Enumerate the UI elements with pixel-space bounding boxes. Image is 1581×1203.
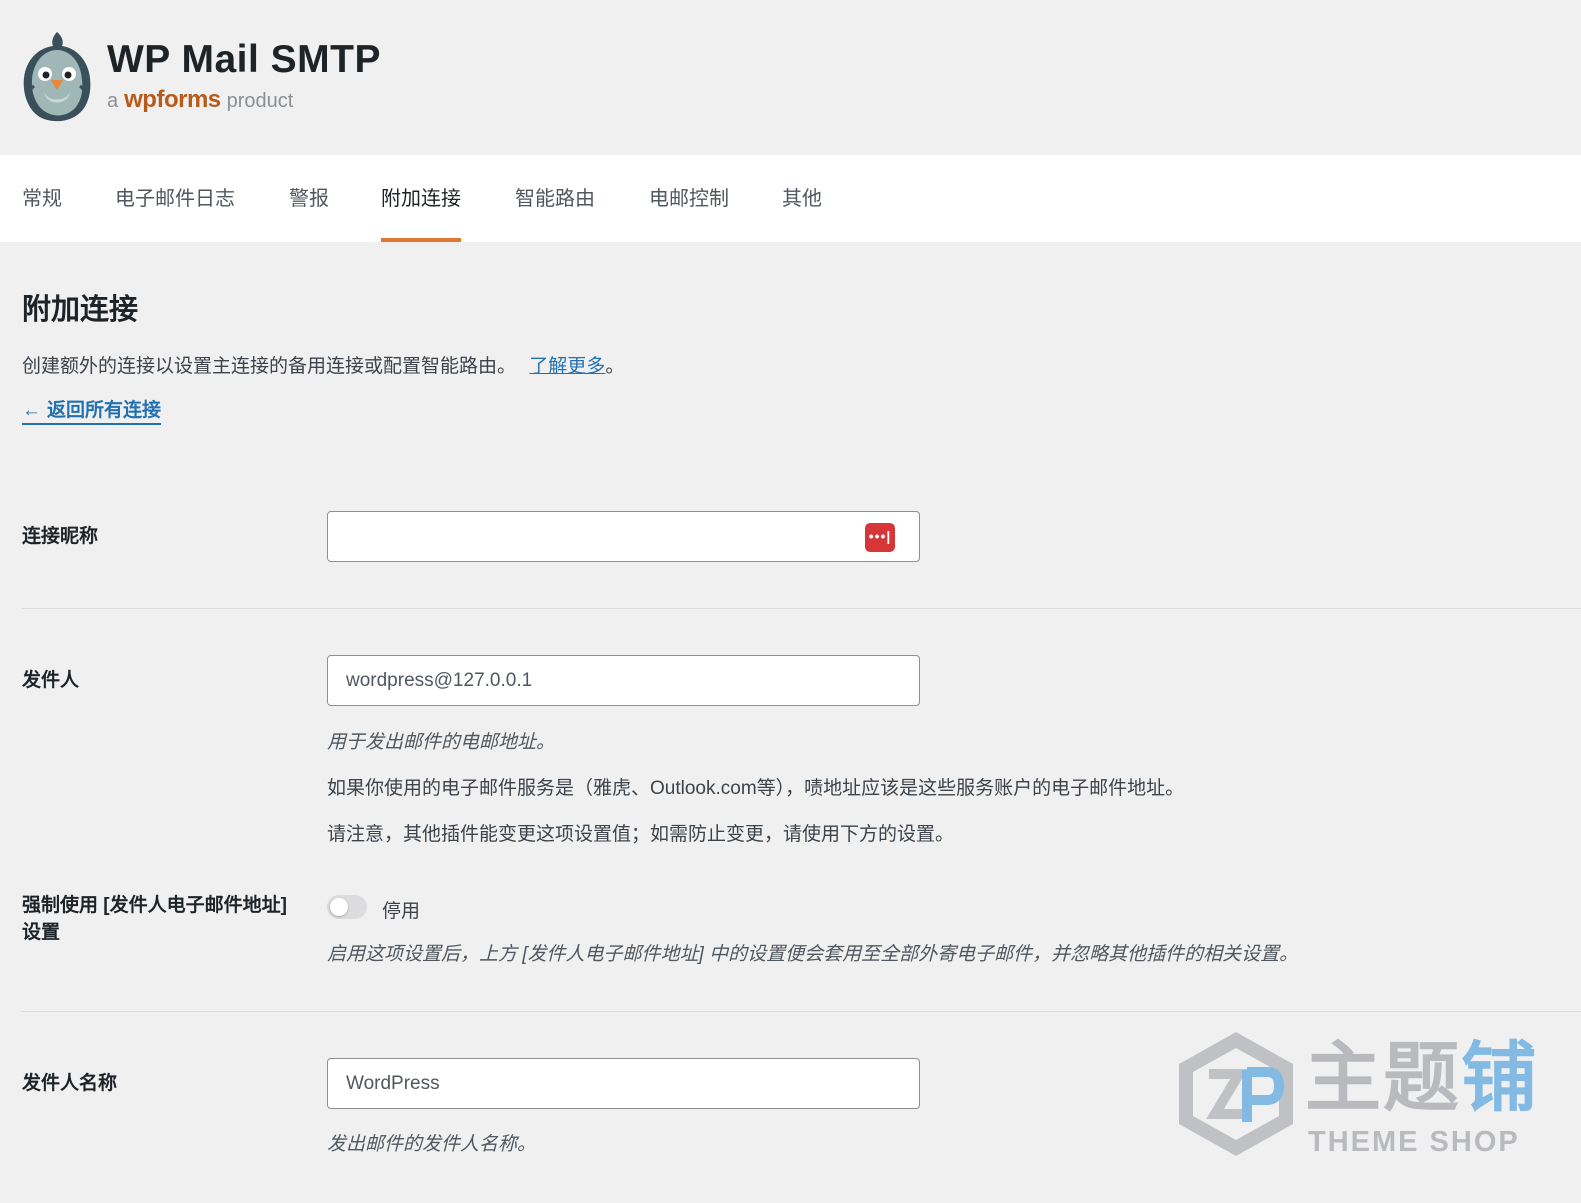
force-from-email-help: 启用这项设置后，上方 [发件人电子邮件地址] 中的设置便会套用至全部外寄电子邮件… (327, 944, 1299, 965)
force-from-email-label: 强制使用 [发件人电子邮件地址] 设置 (22, 895, 287, 943)
from-name-help: 发出邮件的发件人名称。 (327, 1134, 537, 1155)
page-intro: 创建额外的连接以设置主连接的备用连接或配置智能路由。 了解更多。 (22, 351, 624, 378)
watermark-cn-gray: 主题 (1305, 1036, 1461, 1121)
intro-end: 。 (605, 356, 625, 377)
from-email-note-2: 请注意，其他插件能变更这项设置值；如需防止变更，请使用下方的设置。 (327, 824, 955, 845)
from-email-input[interactable] (327, 655, 920, 706)
toggle-knob (330, 898, 348, 916)
force-from-email-toggle[interactable] (327, 895, 367, 919)
tab-email-controls[interactable]: 电邮控制 (649, 155, 729, 242)
page-title: 附加连接 (22, 294, 139, 326)
section-divider (22, 608, 1581, 609)
watermark-cn: 主题铺 (1305, 1034, 1539, 1124)
watermark-cn-blue: 铺 (1461, 1036, 1539, 1121)
connection-nickname-label: 连接昵称 (22, 526, 99, 547)
from-email-note-1: 如果你使用的电子邮件服务是（雅虎、Outlook.com等），啧地址应该是这些服… (327, 778, 1185, 799)
wpforms-logo: wpforms (124, 86, 221, 113)
password-manager-icon[interactable]: •••| (865, 523, 895, 552)
pigeon-logo-icon (23, 32, 91, 122)
tab-additional-connections[interactable]: 附加连接 (381, 155, 461, 242)
watermark-en: THEME SHOP (1308, 1126, 1520, 1158)
connection-nickname-input[interactable] (327, 511, 920, 562)
back-link-label: 返回所有连接 (47, 400, 162, 421)
tab-misc[interactable]: 其他 (782, 155, 822, 242)
force-from-email-toggle-state: 停用 (382, 901, 421, 922)
subtitle-prefix: a (107, 90, 119, 112)
from-name-label: 发件人名称 (22, 1073, 118, 1094)
learn-more-link[interactable]: 了解更多 (529, 356, 605, 377)
watermark: 主题铺 THEME SHOP (1175, 1030, 1545, 1165)
tab-smart-routing[interactable]: 智能路由 (515, 155, 595, 242)
plugin-header: WP Mail SMTP a wpforms product (0, 0, 1581, 155)
section-divider (22, 1011, 1581, 1012)
from-name-input[interactable] (327, 1058, 920, 1109)
subtitle-suffix: product (226, 90, 294, 112)
plugin-title: WP Mail SMTP (107, 38, 381, 81)
back-to-connections-link[interactable]: ← 返回所有连接 (22, 395, 162, 425)
from-email-label: 发件人 (22, 670, 80, 691)
theme-shop-logo-icon (1179, 1032, 1293, 1156)
from-email-help: 用于发出邮件的电邮地址。 (327, 732, 556, 753)
settings-tabs: 常规 电子邮件日志 警报 附加连接 智能路由 电邮控制 其他 (0, 155, 1581, 242)
arrow-left-icon: ← (22, 400, 41, 421)
tab-alerts[interactable]: 警报 (289, 155, 329, 242)
tab-email-log[interactable]: 电子邮件日志 (115, 155, 235, 242)
plugin-subtitle: a wpforms product (107, 86, 293, 114)
tab-general[interactable]: 常规 (22, 155, 62, 242)
intro-text: 创建额外的连接以设置主连接的备用连接或配置智能路由。 (22, 356, 517, 377)
